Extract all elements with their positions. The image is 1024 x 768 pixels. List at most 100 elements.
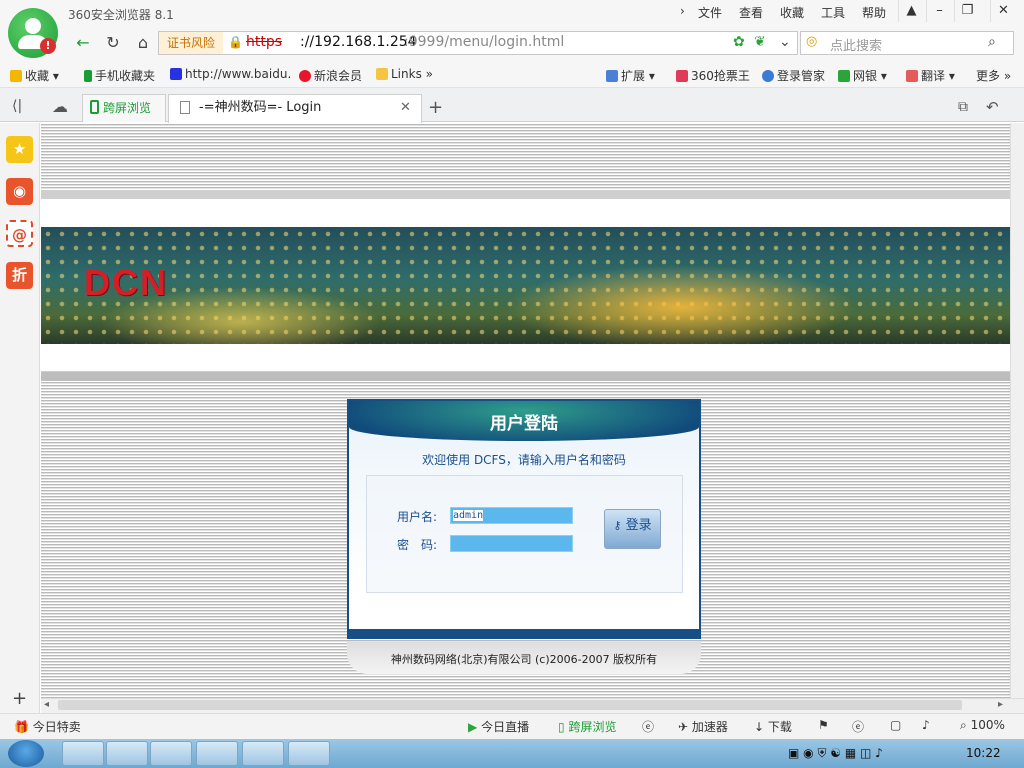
toolbar-translate[interactable]: 翻译 ▾ <box>906 67 955 84</box>
password-field[interactable] <box>450 535 573 552</box>
grid-icon <box>606 70 618 82</box>
toolbar-ticket[interactable]: 360抢票王 <box>676 67 750 84</box>
side-panel <box>0 123 40 713</box>
weibo-icon[interactable]: ◉ <box>6 178 33 205</box>
phone-icon <box>90 100 99 114</box>
search-engine-icon[interactable]: ◎ <box>806 34 817 49</box>
screenshot-icon[interactable]: ▢ <box>890 718 901 732</box>
close-tab-icon[interactable]: ✕ <box>400 100 411 115</box>
taskbar-clock[interactable]: 10:22 <box>966 746 1001 760</box>
login-footer-bar <box>349 629 699 638</box>
add-panel-icon[interactable]: + <box>12 688 27 709</box>
search-icon[interactable]: ⌕ <box>988 34 996 50</box>
bookmark-sina[interactable]: 新浪会员 <box>299 67 362 84</box>
security-shield-icon[interactable]: ✿ <box>733 34 745 50</box>
vertical-scrollbar[interactable] <box>1010 123 1024 698</box>
login-button-row: ⚷ 登录 <box>605 514 660 533</box>
undo-close-icon[interactable]: ↶ <box>986 98 999 116</box>
folder-icon <box>376 68 388 80</box>
header-divider <box>41 190 1010 198</box>
translate-icon <box>906 70 918 82</box>
taskbar-excel-icon[interactable] <box>150 741 192 766</box>
back-arrow-icon[interactable]: ← <box>70 32 96 54</box>
taskbar-cmd-icon[interactable] <box>196 741 238 766</box>
refresh-icon[interactable]: ↻ <box>100 32 126 54</box>
scroll-right-icon[interactable]: ▸ <box>998 699 1003 710</box>
ticket-icon <box>676 70 688 82</box>
menu-view[interactable]: 查看 <box>739 4 763 21</box>
scrollbar-thumb[interactable] <box>58 700 962 710</box>
bookmark-links[interactable]: Links » <box>376 67 433 81</box>
browser-logo-icon[interactable]: ! <box>8 8 58 58</box>
login-button-sub: LOGIN <box>617 533 648 542</box>
copyright-text: 神州数码网络(北京)有限公司 (c)2006-2007 版权所有 <box>390 653 658 666</box>
flag-icon[interactable]: ⚑ <box>818 718 829 732</box>
tray-icons[interactable]: ▣ ◉ ⛨ ☯ ▦ ◫ ♪ <box>788 746 883 761</box>
username-field[interactable]: admin <box>450 507 573 524</box>
sidebar-toggle-icon[interactable]: ⟨| <box>12 98 22 114</box>
new-tab-icon[interactable]: + <box>428 97 443 118</box>
phone-icon: ▯ <box>558 720 565 734</box>
restore-icon[interactable]: ❐ <box>954 0 980 22</box>
toolbar-extensions[interactable]: 扩展 ▾ <box>606 67 655 84</box>
toolbar-more[interactable]: 更多 » <box>976 67 1011 84</box>
scroll-left-icon[interactable]: ◂ <box>44 699 49 710</box>
toolbar-banking[interactable]: 网银 ▾ <box>838 67 887 84</box>
menu-favorites[interactable]: 收藏 <box>780 4 804 21</box>
star-icon <box>10 70 22 82</box>
menu-file[interactable]: 文件 <box>698 4 722 21</box>
header-white-strip <box>41 198 1010 228</box>
bookmark-baidu[interactable]: http://www.baidu. <box>170 67 291 81</box>
status-live[interactable]: ▶ 今日直播 <box>468 718 529 735</box>
discount-icon[interactable]: 折 <box>6 262 33 289</box>
key-icon <box>762 70 774 82</box>
url-path: :9999/menu/login.html <box>404 34 565 50</box>
mail-icon[interactable]: @ <box>6 220 33 247</box>
status-download[interactable]: ↓ 下载 <box>754 718 792 735</box>
daily-deals[interactable]: 🎁 今日特卖 <box>14 718 81 735</box>
login-button[interactable]: ⚷ 登录 LOGIN <box>604 509 661 549</box>
chevron-right-icon: › <box>680 4 685 18</box>
url-host: ://192.168.1.254 <box>300 34 417 50</box>
browser-e-icon[interactable]: ⓔ <box>852 718 864 735</box>
key-icon: ⚷ <box>613 519 622 532</box>
dcn-banner <box>41 227 1010 344</box>
shirt-skin-icon[interactable]: ▲ <box>898 0 924 22</box>
menu-help[interactable]: 帮助 <box>862 4 886 21</box>
status-ie-icon[interactable]: ⓔ <box>642 718 654 735</box>
favorites-star-icon[interactable]: ★ <box>6 136 33 163</box>
play-icon: ▶ <box>468 720 478 734</box>
speaker-icon[interactable]: ♪ <box>922 718 930 732</box>
home-icon[interactable]: ⌂ <box>130 32 156 54</box>
taskbar-word-icon[interactable] <box>106 741 148 766</box>
minimize-icon[interactable]: – <box>926 0 952 22</box>
password-label: 密 码: <box>397 538 438 552</box>
status-cross-screen[interactable]: ▯ 跨屏浏览 <box>558 718 616 735</box>
weibo-icon <box>299 70 311 82</box>
dcn-logo: DCN <box>84 262 168 303</box>
bookmark-mobile[interactable]: 手机收藏夹 <box>84 67 155 84</box>
shield-icon <box>838 70 850 82</box>
taskbar-app-icon[interactable] <box>288 741 330 766</box>
chevron-down-icon[interactable]: ⌄ <box>779 34 791 50</box>
broken-lock-icon[interactable]: 🔒 <box>228 35 243 49</box>
taskbar-explorer-icon[interactable] <box>62 741 104 766</box>
menu-tools[interactable]: 工具 <box>821 4 845 21</box>
taskbar-360browser-icon[interactable] <box>242 741 284 766</box>
tab-list-icon[interactable]: ⧉ <box>958 99 968 115</box>
bookmark-favorites[interactable]: 收藏 ▾ <box>10 67 59 84</box>
login-button-label: 登录 <box>625 518 652 533</box>
username-label: 用户名: <box>397 510 438 524</box>
speed-mode-icon[interactable]: ❦ <box>754 34 766 50</box>
toolbar-login-manager[interactable]: 登录管家 <box>762 67 825 84</box>
login-title: 用户登陆 <box>490 414 558 434</box>
cloud-icon[interactable]: ☁ <box>52 97 68 116</box>
zoom-control[interactable]: ⌕ 100% <box>960 718 1005 733</box>
login-welcome: 欢迎使用 DCFS，请输入用户名和密码 <box>422 453 626 467</box>
cert-warning-button[interactable]: 证书风险 <box>159 32 223 54</box>
gift-icon: 🎁 <box>14 720 29 734</box>
tab-login[interactable]: -=神州数码=- Login <box>168 94 422 123</box>
status-accelerator[interactable]: ✈ 加速器 <box>678 718 728 735</box>
start-button-icon[interactable] <box>8 740 44 767</box>
close-window-icon[interactable]: ✕ <box>990 0 1016 22</box>
